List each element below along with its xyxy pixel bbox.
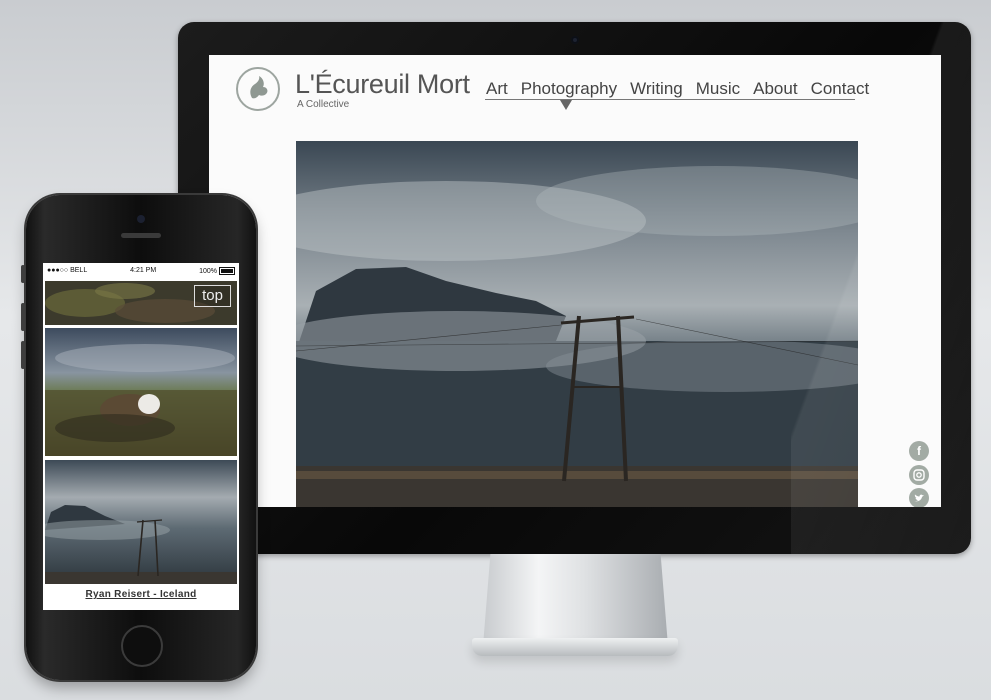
desktop-screen: L'Écureuil Mort A Collective Art Photogr… [209,55,941,507]
volume-up-button [21,303,25,331]
mobile-phone: ●●●○○ BELL 4:21 PM 100% top Ryan Reisert… [21,195,256,680]
nav-about[interactable]: About [753,79,797,99]
site-title[interactable]: L'Écureuil Mort [295,69,470,100]
sheep-skull-image [45,328,237,456]
carrier: ●●●○○ BELL [47,267,88,274]
featured-photo[interactable] [296,141,858,507]
nav-writing[interactable]: Writing [630,79,683,99]
earpiece [121,233,161,238]
home-button[interactable] [121,625,163,667]
facebook-icon[interactable]: f [909,441,929,461]
active-nav-indicator [560,100,572,110]
instagram-icon[interactable] [909,465,929,485]
front-camera [137,215,145,223]
monitor-stand [483,554,668,646]
mobile-screen: ●●●○○ BELL 4:21 PM 100% top Ryan Reisert… [43,263,239,610]
gallery-thumb-2[interactable] [45,328,237,456]
webcam [571,36,579,44]
logo[interactable] [236,67,280,111]
desktop-monitor: L'Écureuil Mort A Collective Art Photogr… [178,22,971,554]
nav-underline [485,99,855,100]
gallery-thumb-3[interactable] [45,460,237,584]
gallery-thumb-1[interactable]: top [45,281,237,325]
photo-caption-link[interactable]: Ryan Reisert - Iceland [43,589,239,600]
nav-art[interactable]: Art [486,79,508,99]
nav-contact[interactable]: Contact [811,79,870,99]
back-to-top-button[interactable]: top [194,285,231,307]
site-tagline: A Collective [297,99,350,110]
mute-switch [21,265,25,283]
battery-percent: 100% [199,267,217,275]
iceland-landscape-image [45,460,237,584]
battery-status: 100% [199,266,235,275]
battery-icon [218,266,235,275]
status-bar: ●●●○○ BELL 4:21 PM 100% [43,263,239,278]
nav-music[interactable]: Music [696,79,740,99]
nav-photography[interactable]: Photography [521,79,617,99]
volume-down-button [21,341,25,369]
monitor-base [472,638,678,656]
main-nav: Art Photography Writing Music About Cont… [486,79,869,99]
landscape-image [296,141,858,507]
twitter-icon[interactable] [909,488,929,507]
clock: 4:21 PM [130,267,157,274]
squirrel-icon [250,76,268,99]
